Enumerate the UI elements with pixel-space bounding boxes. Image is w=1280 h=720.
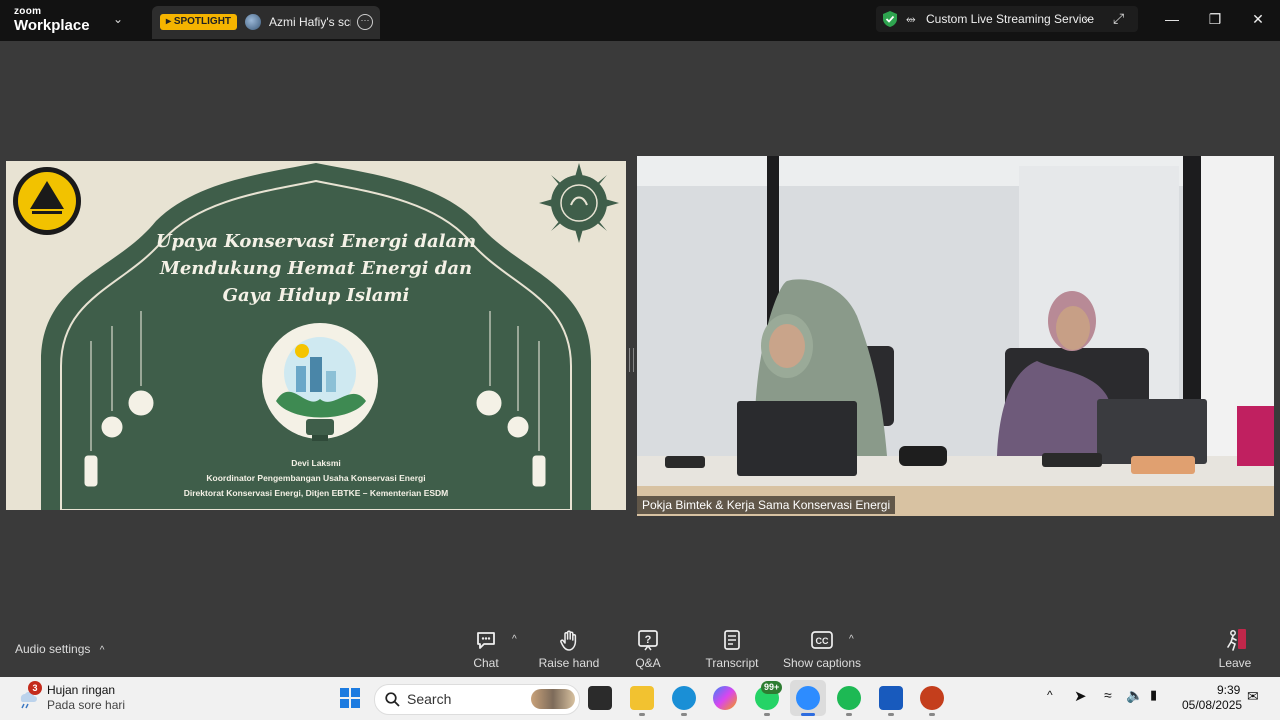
video-scene <box>637 156 1274 516</box>
wifi-icon[interactable]: ≈ <box>1104 687 1112 703</box>
weather-title[interactable]: Hujan ringan <box>47 683 115 697</box>
chat-icon <box>441 628 531 652</box>
active-indicator <box>801 713 815 716</box>
search-highlight-image <box>531 689 575 709</box>
transcript-icon <box>687 628 777 652</box>
tab-title: Azmi Hafiy's screen <box>269 15 351 29</box>
transcript-label: Transcript <box>705 656 759 670</box>
avatar <box>245 14 261 30</box>
spotlight-badge: ▸ SPOTLIGHT <box>160 14 238 30</box>
slide-role: Koordinator Pengembangan Usaha Konservas… <box>206 473 426 483</box>
spotify-icon[interactable] <box>837 686 861 710</box>
weather-badge: 3 <box>28 681 42 695</box>
clock-date[interactable]: 05/08/2025 <box>1182 698 1242 712</box>
zoom-icon[interactable] <box>796 686 820 710</box>
raise-hand-button[interactable]: Raise hand <box>524 628 614 670</box>
chevron-up-icon: ^ <box>99 645 105 656</box>
slide-title-line-3: Gaya Hidup Islami <box>222 285 410 306</box>
running-indicator <box>639 713 645 716</box>
chevron-down-icon[interactable]: ⌄ <box>1082 11 1091 24</box>
restore-button[interactable]: ❐ <box>1205 10 1225 28</box>
shared-screen-slide[interactable]: Upaya Konservasi Energi dalam Mendukung … <box>6 161 626 510</box>
title-bar: zoom Workplace ⌄ ▸ SPOTLIGHT Azmi Hafiy'… <box>0 0 1280 41</box>
close-button[interactable]: ✕ <box>1248 10 1268 28</box>
chevron-up-icon[interactable]: ^ <box>512 634 517 645</box>
windows-start-icon[interactable] <box>340 688 360 708</box>
expand-icon[interactable]: ⤢ <box>1113 10 1124 27</box>
qa-button[interactable]: ? Q&A <box>603 628 693 670</box>
shield-icon <box>883 11 897 27</box>
task-view-icon[interactable] <box>588 686 612 710</box>
chat-label: Chat <box>473 656 499 670</box>
captions-label: Show captions <box>782 656 862 670</box>
file-explorer-icon[interactable] <box>630 686 654 710</box>
resize-handle[interactable] <box>629 348 634 372</box>
chevron-up-icon[interactable]: ^ <box>849 634 854 645</box>
chevron-up-icon[interactable]: ^ <box>1047 688 1053 702</box>
weather-subtitle: Pada sore hari <box>47 698 126 712</box>
minimize-button[interactable]: — <box>1162 10 1182 28</box>
search-placeholder: Search <box>407 691 452 707</box>
location-arrow-icon[interactable]: ➤ <box>1074 687 1087 705</box>
qa-icon: ? <box>603 628 693 652</box>
leave-button[interactable]: Leave <box>1190 628 1280 670</box>
leave-icon <box>1190 628 1280 652</box>
powerpoint-icon[interactable] <box>920 686 944 710</box>
participant-name: Pokja Bimtek & Kerja Sama Konservasi Ene… <box>637 496 896 514</box>
slide-title-line-2: Mendukung Hemat Energi dan <box>159 258 473 279</box>
transcript-button[interactable]: Transcript <box>687 628 777 670</box>
leave-label: Leave <box>1218 656 1252 670</box>
battery-icon[interactable]: ▮ <box>1150 687 1157 703</box>
hand-icon <box>524 628 614 652</box>
app-brand[interactable]: zoom Workplace <box>14 6 90 34</box>
chevron-down-icon[interactable]: ⌄ <box>113 12 123 26</box>
audio-settings-button[interactable]: Audio settings ^ <box>15 642 104 656</box>
whatsapp-badge: 99+ <box>761 681 783 694</box>
audio-settings-label: Audio settings <box>15 642 91 656</box>
edge-icon[interactable] <box>672 686 696 710</box>
more-icon[interactable]: ⋯ <box>357 14 373 30</box>
svg-text:?: ? <box>645 634 652 646</box>
copilot-icon[interactable] <box>713 686 737 710</box>
raise-hand-label: Raise hand <box>538 656 600 670</box>
running-indicator <box>929 713 935 716</box>
taskbar-search[interactable]: Search <box>374 684 580 715</box>
slide-org: Direktorat Konservasi Energi, Ditjen EBT… <box>183 488 449 498</box>
running-indicator <box>846 713 852 716</box>
chat-button[interactable]: Chat <box>441 628 531 670</box>
live-streaming-status[interactable]: ⥈ Custom Live Streaming Service ⌄ ⤢ <box>876 6 1138 32</box>
live-streaming-label: Custom Live Streaming Service <box>926 12 1095 26</box>
brand-bottom: Workplace <box>14 17 90 34</box>
volume-icon[interactable]: 🔈 <box>1126 687 1143 704</box>
running-indicator <box>681 713 687 716</box>
qa-label: Q&A <box>635 656 661 670</box>
svg-text:CC: CC <box>816 636 829 646</box>
notification-icon[interactable]: ✉ <box>1247 688 1259 705</box>
meeting-tab[interactable]: ▸ SPOTLIGHT Azmi Hafiy's screen ⋯ <box>152 6 380 39</box>
search-icon <box>385 692 400 707</box>
word-icon[interactable] <box>879 686 903 710</box>
broadcast-icon: ⥈ <box>906 12 916 26</box>
participant-video[interactable]: Pokja Bimtek & Kerja Sama Konservasi Ene… <box>637 156 1274 516</box>
windows-taskbar: 3 Hujan ringan Pada sore hari Search 99+… <box>0 677 1280 720</box>
slide-title-line-1: Upaya Konservasi Energi dalam <box>155 231 477 252</box>
clock-time[interactable]: 9:39 <box>1217 683 1240 697</box>
slide-presenter: Devi Laksmi <box>291 458 341 468</box>
running-indicator <box>764 713 770 716</box>
running-indicator <box>888 713 894 716</box>
brand-top: zoom <box>14 6 42 17</box>
